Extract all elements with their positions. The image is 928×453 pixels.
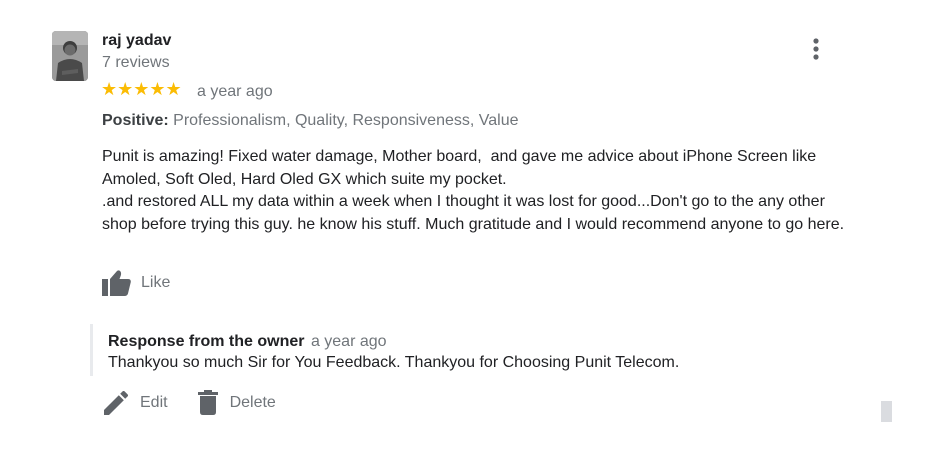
delete-label: Delete <box>229 393 276 411</box>
trash-icon <box>197 390 218 415</box>
more-options-button[interactable] <box>804 34 828 64</box>
owner-response-header: Response from the owner a year ago <box>108 333 868 351</box>
owner-response-label: Response from the owner <box>108 333 305 350</box>
star-rating: ★★★★★ <box>101 79 182 99</box>
delete-button[interactable]: Delete <box>197 390 276 415</box>
positive-attributes: Positive: Professionalism, Quality, Resp… <box>102 112 518 130</box>
like-button[interactable]: Like <box>102 270 170 296</box>
author-name[interactable]: raj yadav <box>102 32 171 50</box>
review-text: Punit is amazing! Fixed water damage, Mo… <box>102 148 845 233</box>
edit-label: Edit <box>140 393 168 411</box>
response-actions: Edit Delete <box>104 390 276 415</box>
like-label: Like <box>141 274 171 291</box>
more-vert-icon <box>813 38 819 60</box>
edit-button[interactable]: Edit <box>104 390 168 415</box>
avatar[interactable] <box>52 31 88 81</box>
review-card: raj yadav 7 reviews ★★★★★ a year ago Pos… <box>0 0 928 453</box>
thumb-up-icon <box>102 270 131 296</box>
owner-response-time: a year ago <box>310 333 387 350</box>
positive-values: Professionalism, Quality, Responsiveness… <box>173 112 519 129</box>
review-time: a year ago <box>197 83 273 100</box>
owner-response: Response from the owner a year ago Thank… <box>90 324 868 376</box>
author-review-count[interactable]: 7 reviews <box>102 54 170 72</box>
pencil-icon <box>104 390 128 415</box>
owner-response-text: Thankyou so much Sir for You Feedback. T… <box>108 354 680 371</box>
scrollbar-thumb[interactable] <box>881 401 892 422</box>
positive-label: Positive: <box>102 112 169 129</box>
